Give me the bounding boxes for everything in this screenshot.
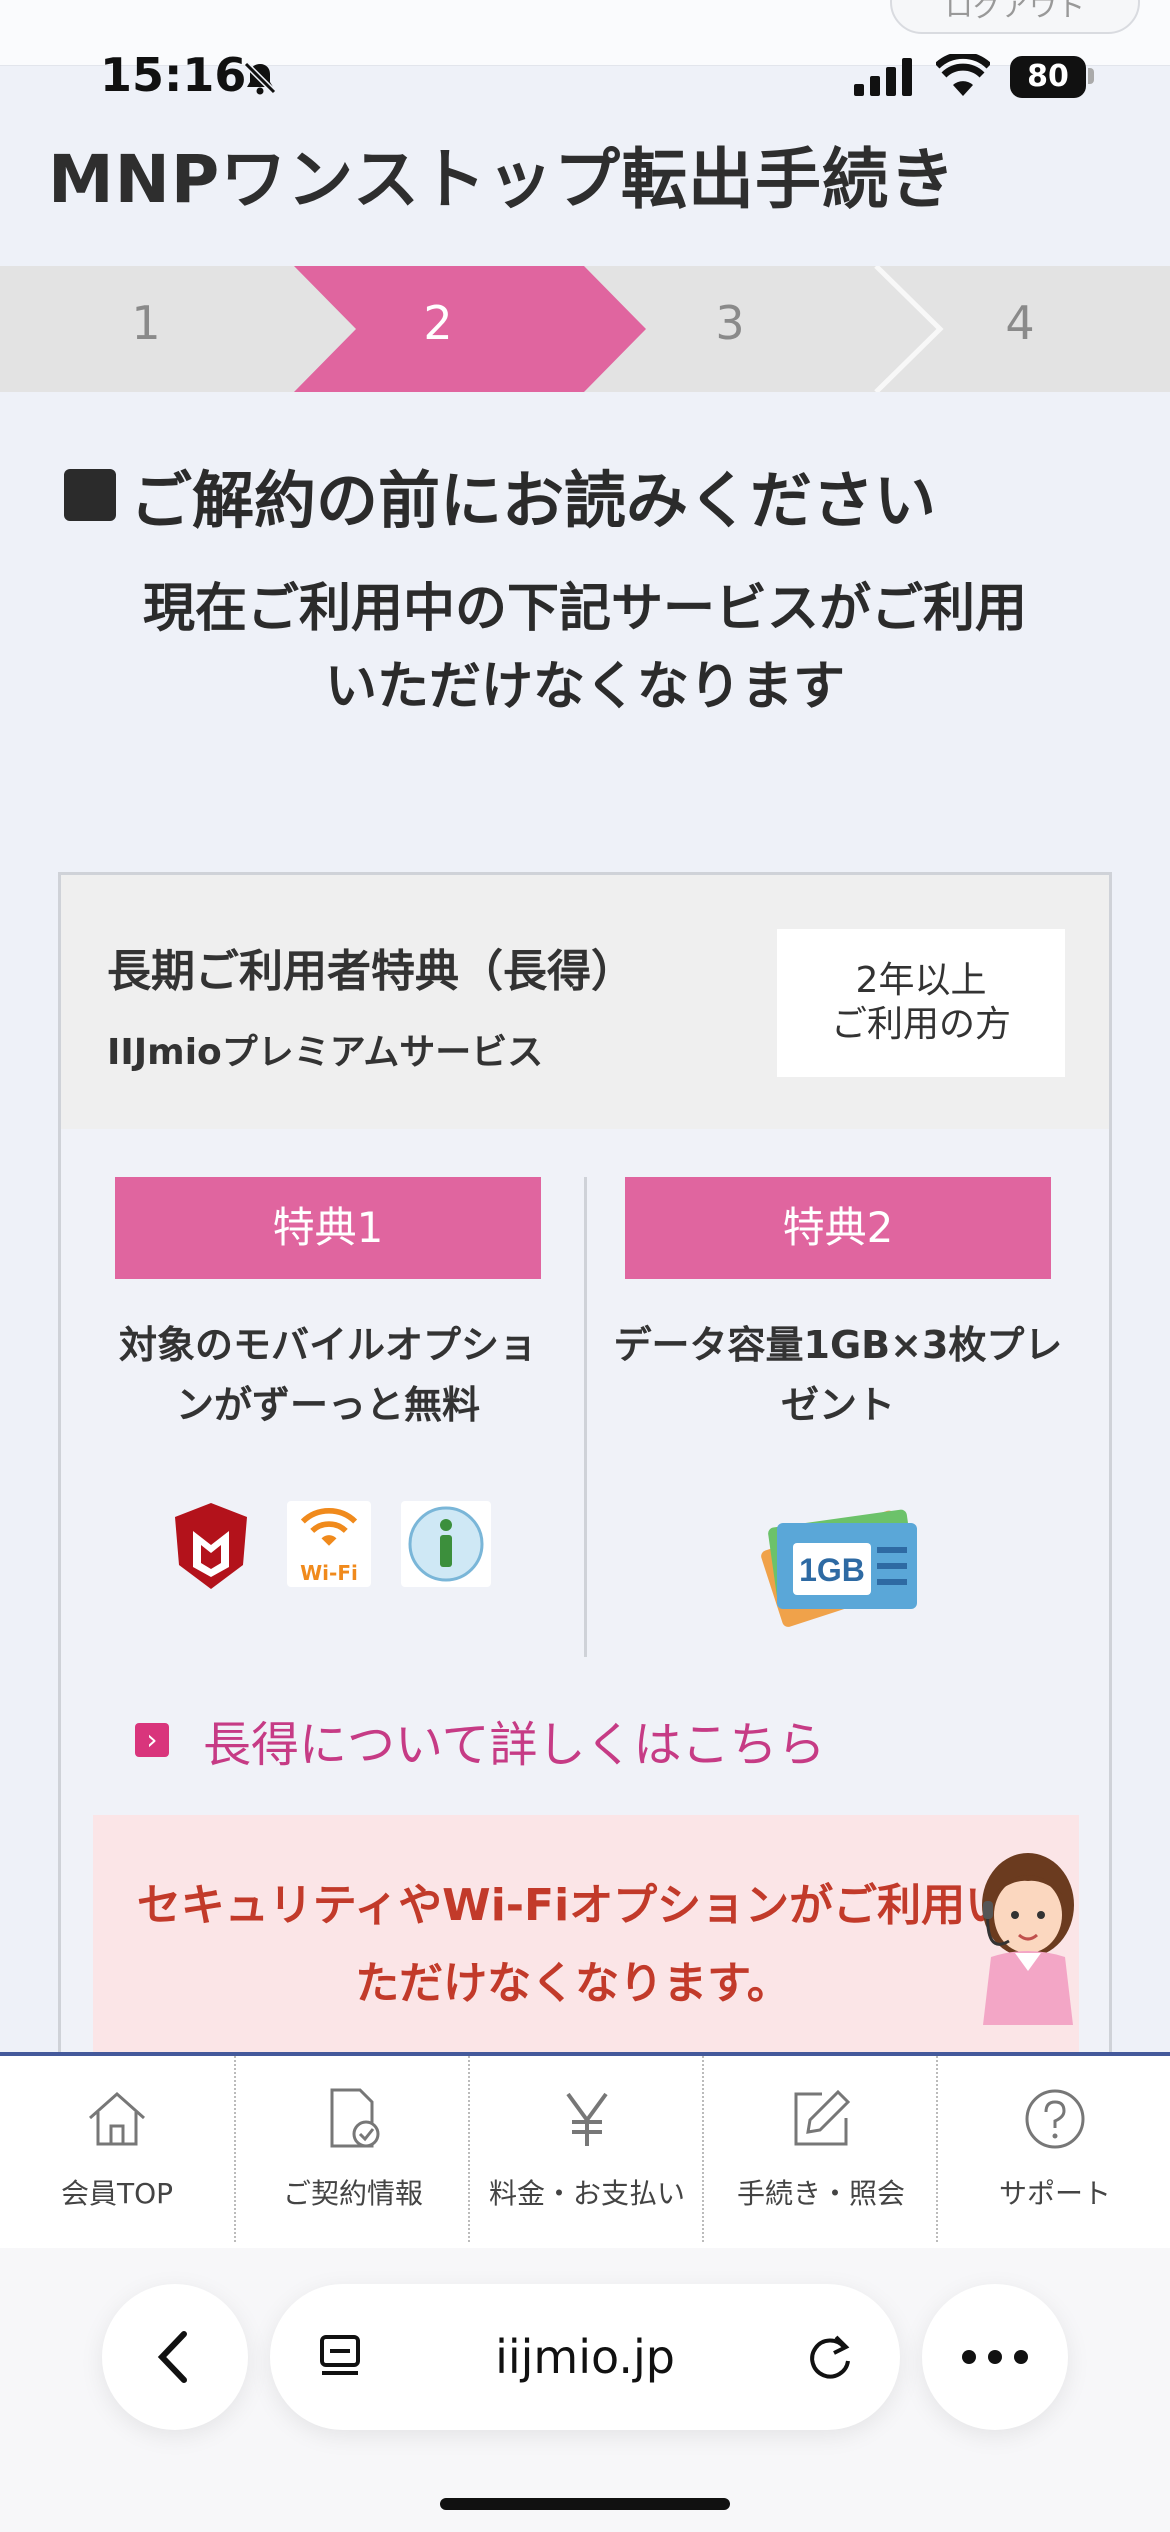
square-bullet-icon <box>64 469 116 521</box>
eligibility-badge: 2年以上 ご利用の方 <box>777 929 1065 1077</box>
i-filter-icon <box>401 1501 491 1587</box>
benefit-1-badge: 特典1 <box>115 1177 541 1279</box>
nav-member-top[interactable]: 会員TOP <box>0 2056 234 2242</box>
status-time: 15:16 <box>100 48 247 102</box>
more-link-text: 長得について詳しくはこちら <box>203 1717 826 1773</box>
data-card-label: 1GB <box>799 1552 865 1588</box>
home-indicator <box>440 2498 730 2510</box>
eligibility-line-1: 2年以上 <box>855 960 987 1001</box>
benefit-1-desc-line-2: ンがずーっと無料 <box>175 1383 480 1427</box>
step-1: 1 <box>131 296 161 350</box>
edit-icon <box>794 2089 851 2146</box>
nav-procedures-inquiry[interactable]: 手続き・照会 <box>702 2056 936 2242</box>
step-4: 4 <box>1005 296 1035 350</box>
wifi-icon <box>936 54 990 96</box>
logout-button[interactable]: ログアウト <box>890 0 1140 34</box>
more-icon <box>962 2350 1028 2364</box>
warning-text: セキュリティやWi-Fiオプションがご利用い ただけなくなります。 <box>133 1867 1013 2023</box>
nav-label-support: サポート <box>998 2177 1111 2210</box>
browser-toolbar: iijmio.jp <box>0 2248 1170 2532</box>
wifi-waves-icon <box>300 1508 358 1546</box>
benefit-2-description: データ容量1GB×3枚プレ ゼント <box>598 1315 1078 1435</box>
benefit-2-desc-line-1: データ容量1GB×3枚プレ <box>613 1323 1063 1367</box>
long-term-benefit-details-link[interactable]: › 長得について詳しくはこちら <box>135 1705 826 1775</box>
step-3: 3 <box>715 296 745 350</box>
bell-slash-icon <box>243 61 277 95</box>
step-indicator: 1 2 3 4 <box>0 266 1170 392</box>
nav-label-member-top: 会員TOP <box>60 2177 174 2210</box>
wifi-option-text: Wi-Fi <box>300 1561 358 1585</box>
notice-line-2: いただけなくなります <box>324 657 845 717</box>
wifi-option-icon: Wi-Fi <box>287 1501 371 1587</box>
yen-icon <box>566 2092 608 2146</box>
eligibility-line-2: ご利用の方 <box>830 1004 1011 1045</box>
benefit-1-description: 対象のモバイルオプショ ンがずーっと無料 <box>88 1315 568 1435</box>
warning-box: セキュリティやWi-Fiオプションがご利用い ただけなくなります。 <box>93 1815 1079 2075</box>
page-title: MNPワンストップ転出手続き <box>48 141 956 218</box>
browser-back-button[interactable] <box>102 2284 248 2430</box>
step-2-current: 2 <box>423 296 453 350</box>
help-icon <box>1025 2089 1085 2149</box>
benefit-2-desc-line-2: ゼント <box>780 1383 895 1427</box>
section-heading: ご解約の前にお読みください <box>64 450 936 540</box>
warning-line-2: ただけなくなります。 <box>355 1958 791 2009</box>
home-icon <box>89 2091 145 2146</box>
section-heading-text: ご解約の前にお読みください <box>130 464 937 537</box>
warning-line-1: セキュリティやWi-Fiオプションがご利用い <box>136 1880 1010 1931</box>
battery-tip <box>1088 68 1094 84</box>
column-divider <box>584 1177 587 1657</box>
contract-document-icon <box>330 2088 380 2148</box>
status-bar: 15:16 80 <box>0 40 1170 120</box>
nav-label-procedures-inquiry: 手続き・照会 <box>736 2177 905 2210</box>
long-term-benefit-card: 長期ご利用者特典（長得） IIJmioプレミアムサービス 2年以上 ご利用の方 … <box>58 872 1112 2075</box>
data-cards-icon: 1GB <box>761 1509 917 1627</box>
mcafee-icon <box>175 1503 247 1589</box>
signal-icon <box>854 58 912 96</box>
address-bar[interactable]: iijmio.jp <box>270 2284 900 2430</box>
benefit-1-desc-line-1: 対象のモバイルオプショ <box>118 1323 537 1367</box>
notice-line-1: 現在ご利用中の下記サービスがご利用 <box>142 579 1027 639</box>
nav-support[interactable]: サポート <box>936 2056 1170 2242</box>
card-header: 長期ご利用者特典（長得） IIJmioプレミアムサービス 2年以上 ご利用の方 <box>61 875 1109 1129</box>
benefit-2-badge: 特典2 <box>625 1177 1051 1279</box>
card-subtitle: IIJmioプレミアムサービス <box>107 1032 544 1073</box>
battery-indicator: 80 <box>1010 56 1086 98</box>
card-title: 長期ご利用者特典（長得） <box>107 946 635 997</box>
back-icon <box>157 2331 187 2383</box>
nav-label-contract-info: ご契約情報 <box>282 2177 423 2210</box>
support-operator-icon <box>982 1853 1074 2025</box>
link-arrow-icon: › <box>135 1723 169 1757</box>
nav-billing-payment[interactable]: 料金・お支払い <box>468 2056 702 2242</box>
nav-label-billing-payment: 料金・お支払い <box>488 2177 685 2210</box>
bottom-navigation: 会員TOP ご契約情報 料金・お支払い 手続き・照会 サポート <box>0 2052 1170 2248</box>
cancellation-notice: 現在ご利用中の下記サービスがご利用 いただけなくなります <box>60 570 1110 726</box>
browser-more-button[interactable] <box>922 2284 1068 2430</box>
reload-icon[interactable] <box>800 2327 860 2387</box>
nav-contract-info[interactable]: ご契約情報 <box>234 2056 468 2242</box>
